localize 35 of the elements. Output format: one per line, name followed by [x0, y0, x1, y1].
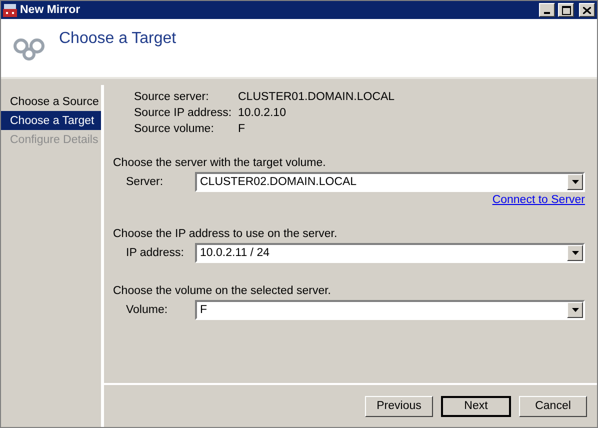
wizard-button[interactable]: Next	[441, 396, 511, 416]
dropdown-arrow-icon	[572, 308, 578, 312]
app-icon	[3, 3, 17, 17]
field-label: Volume:	[125, 304, 169, 316]
dropdown-field[interactable]: 10.0.2.11 / 24	[195, 243, 585, 263]
close-button[interactable]	[579, 3, 595, 17]
dropdown-arrow-icon	[572, 180, 578, 184]
info-label: Source IP address:	[134, 107, 233, 119]
info-value: 10.0.2.10	[238, 107, 287, 119]
dropdown-field[interactable]: F	[195, 300, 585, 320]
info-label: Source server:	[134, 91, 210, 103]
dropdown-button[interactable]	[567, 245, 583, 261]
dropdown-button[interactable]	[567, 174, 583, 190]
minimize-button[interactable]	[539, 3, 555, 17]
close-icon	[583, 6, 591, 14]
wizard-step[interactable]: Choose a Target	[1, 111, 101, 130]
dropdown-field[interactable]: CLUSTER02.DOMAIN.LOCAL	[195, 172, 585, 192]
info-label: Source volume:	[134, 123, 215, 135]
maximize-button[interactable]	[558, 3, 574, 17]
connect-link[interactable]: Connect to Server	[492, 194, 585, 206]
section-prompt: Choose the IP address to use on the server.	[113, 228, 338, 240]
maximize-icon	[562, 6, 570, 14]
wizard-step[interactable]: Choose a Source	[1, 92, 101, 111]
section-prompt: Choose the server with the target volume.	[113, 157, 326, 169]
wizard-button[interactable]: Cancel	[519, 396, 587, 416]
info-value: F	[238, 123, 246, 135]
field-label: IP address:	[125, 247, 185, 259]
field-label: Server:	[125, 176, 164, 188]
section-prompt: Choose the volume on the selected server.	[113, 285, 331, 297]
window-title: New Mirror	[20, 4, 82, 16]
page-heading: Choose a Target	[59, 30, 176, 48]
wizard-button[interactable]: Previous	[365, 396, 433, 416]
dropdown-arrow-icon	[572, 251, 578, 255]
info-value: CLUSTER01.DOMAIN.LOCAL	[238, 91, 396, 103]
dropdown-button[interactable]	[567, 302, 583, 318]
